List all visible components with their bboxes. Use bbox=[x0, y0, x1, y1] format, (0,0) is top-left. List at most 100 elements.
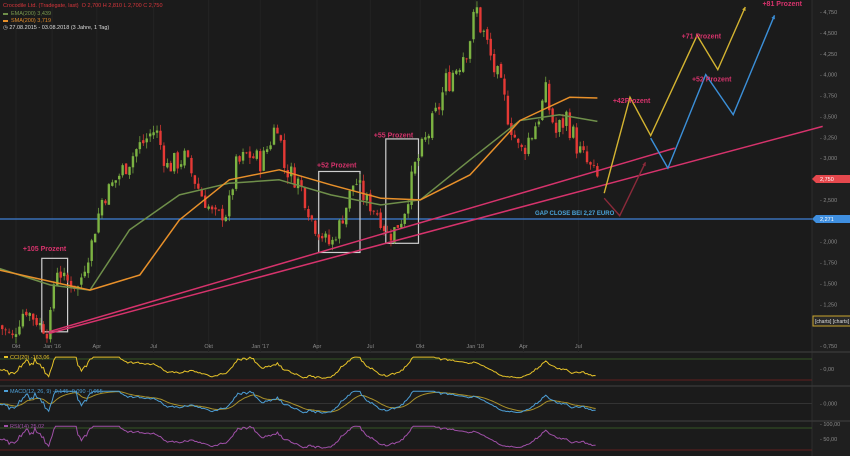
candle bbox=[131, 156, 135, 168]
candle bbox=[527, 137, 530, 154]
candle bbox=[7, 331, 11, 333]
candle bbox=[166, 163, 169, 168]
y-tick-label: - 2,500 bbox=[820, 198, 837, 204]
candle bbox=[142, 140, 145, 144]
candle bbox=[11, 333, 14, 336]
candle bbox=[492, 53, 496, 73]
legend-range[interactable]: ◷ 27.08.2015 - 03.08.2018 (3 Jahre, 1 Ta… bbox=[3, 25, 109, 31]
candle bbox=[345, 207, 348, 225]
indicator-line-2 bbox=[0, 425, 596, 449]
candle bbox=[403, 213, 406, 224]
candle bbox=[128, 166, 131, 175]
candle bbox=[121, 165, 124, 176]
candle bbox=[279, 135, 283, 141]
indicator-swatch-icon bbox=[4, 425, 8, 427]
candle bbox=[190, 157, 193, 174]
candle bbox=[28, 313, 31, 316]
candle bbox=[262, 150, 265, 171]
candle bbox=[462, 57, 465, 72]
candle bbox=[265, 149, 269, 152]
candle bbox=[83, 271, 86, 277]
candle bbox=[486, 29, 489, 40]
candle bbox=[434, 107, 437, 112]
y-tick-label: - 2,000 bbox=[820, 240, 837, 246]
candle bbox=[314, 220, 317, 234]
candle bbox=[197, 183, 200, 189]
candle bbox=[451, 72, 455, 92]
candle bbox=[286, 170, 289, 178]
candle bbox=[25, 311, 28, 316]
candle bbox=[224, 216, 228, 221]
candle bbox=[406, 204, 410, 214]
legend-ma2[interactable]: SMA(200) 3,719 bbox=[3, 18, 51, 24]
candle bbox=[517, 138, 520, 143]
candle bbox=[272, 127, 276, 145]
candle bbox=[87, 262, 90, 274]
candle bbox=[1, 325, 4, 330]
candle bbox=[327, 234, 331, 245]
candle bbox=[503, 78, 506, 95]
ma-line-2 bbox=[0, 96, 598, 291]
y-tick-label: - 3,500 bbox=[820, 114, 837, 120]
indicator-legend: CCI(20) -163,06 bbox=[10, 355, 49, 361]
candle bbox=[334, 239, 338, 241]
x-tick-label: Apr bbox=[519, 344, 528, 350]
stock-chart[interactable]: - 4,750 - 4,500 - 4,250 - 4,000 - 3,750 - 3,5… bbox=[0, 0, 850, 456]
indicator-axis-label: - 0,00 bbox=[820, 367, 834, 373]
y-tick-label: - 1,500 bbox=[820, 281, 837, 287]
y-tick-label: - 0,750 bbox=[820, 344, 837, 350]
candle bbox=[45, 333, 49, 339]
candle bbox=[221, 208, 224, 221]
candle bbox=[341, 220, 344, 224]
legend-ma1[interactable]: EMA(200) 3,439 bbox=[3, 11, 51, 17]
candle bbox=[554, 122, 558, 133]
candle bbox=[214, 207, 217, 210]
indicator-legend: MACD(12, 26, 9) -0,145 -0,090 -0,055 bbox=[10, 389, 103, 395]
date-range: 27.08.2015 - 03.08.2018 (3 Jahre, 1 Tag) bbox=[9, 25, 110, 31]
annotation-label: +81 Prozent bbox=[762, 1, 802, 8]
candle bbox=[468, 41, 472, 59]
y-tick-label: - 3,750 bbox=[820, 94, 837, 100]
candle bbox=[482, 30, 486, 32]
candle bbox=[234, 156, 238, 189]
candle bbox=[303, 187, 307, 209]
candle bbox=[578, 146, 582, 153]
y-tick-label: - 1,250 bbox=[820, 302, 837, 308]
candle bbox=[496, 66, 499, 75]
annotation-label: +42Prozent bbox=[613, 98, 651, 105]
price-axis-panel bbox=[812, 0, 850, 456]
annotation-label: +71 Prozent bbox=[682, 34, 722, 41]
upper-trendline bbox=[48, 147, 675, 333]
candle bbox=[35, 317, 38, 325]
indicator-axis-label: - 50,00 bbox=[820, 437, 837, 443]
candle bbox=[135, 149, 138, 157]
candle bbox=[49, 309, 52, 340]
candle bbox=[252, 156, 255, 159]
candle bbox=[228, 195, 231, 217]
instrument-name: Crocodile Ltd. (Tradegate, last) bbox=[3, 3, 79, 9]
candle bbox=[437, 106, 441, 110]
candle bbox=[455, 70, 458, 74]
candle bbox=[365, 194, 369, 201]
candle bbox=[424, 137, 427, 140]
candle bbox=[152, 132, 155, 136]
candle bbox=[448, 71, 451, 92]
candle bbox=[183, 150, 186, 166]
x-tick-label: Jul bbox=[150, 344, 157, 350]
candle bbox=[506, 95, 510, 125]
candle bbox=[389, 233, 393, 241]
candle bbox=[169, 162, 172, 172]
candle bbox=[582, 146, 585, 151]
candle bbox=[283, 139, 286, 168]
candle bbox=[572, 126, 575, 138]
candle bbox=[465, 58, 468, 60]
candle bbox=[444, 73, 448, 92]
x-tick-label: Jul bbox=[575, 344, 582, 350]
indicator-swatch-icon bbox=[4, 356, 8, 358]
candle bbox=[320, 236, 324, 239]
watermark-text: [charts] [charts] bbox=[815, 319, 850, 325]
x-tick-label: Okt bbox=[204, 344, 213, 350]
annotation-label: +55 Prozent bbox=[374, 132, 414, 139]
y-tick-label: - 4,500 bbox=[820, 31, 837, 37]
candle bbox=[489, 38, 492, 56]
